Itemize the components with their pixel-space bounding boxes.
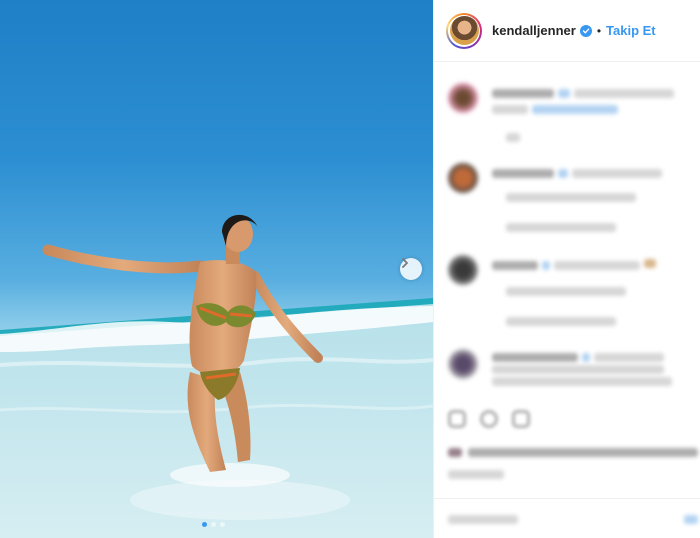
- carousel-dot[interactable]: [211, 522, 216, 527]
- avatar[interactable]: [446, 12, 482, 49]
- username-link[interactable]: kendalljenner: [492, 23, 576, 38]
- post-side-panel: kendalljenner • Takip Et: [433, 0, 700, 538]
- post-comment-button[interactable]: [684, 515, 698, 524]
- add-comment-bar[interactable]: [434, 498, 700, 538]
- comment-avatar[interactable]: [448, 163, 478, 193]
- comment-button[interactable]: [480, 410, 498, 428]
- header-separator: •: [596, 23, 602, 38]
- comment-avatar[interactable]: [448, 349, 478, 379]
- comments-list: [434, 63, 700, 398]
- comment-avatar[interactable]: [448, 255, 478, 285]
- next-slide-button[interactable]: [400, 258, 422, 280]
- post-header: kendalljenner • Takip Et: [434, 0, 700, 62]
- follow-button[interactable]: Takip Et: [606, 23, 656, 38]
- add-comment-input[interactable]: [448, 515, 518, 524]
- beach-scene: [0, 214, 433, 538]
- verified-badge-icon: [579, 24, 592, 37]
- carousel-dot[interactable]: [220, 522, 225, 527]
- comment-avatar[interactable]: [448, 83, 478, 113]
- like-button[interactable]: [448, 410, 466, 428]
- chevron-right-icon: [402, 258, 408, 268]
- share-button[interactable]: [512, 410, 530, 428]
- carousel-dot[interactable]: [202, 522, 207, 527]
- post-photo[interactable]: [0, 0, 433, 538]
- carousel-dots: [202, 522, 225, 527]
